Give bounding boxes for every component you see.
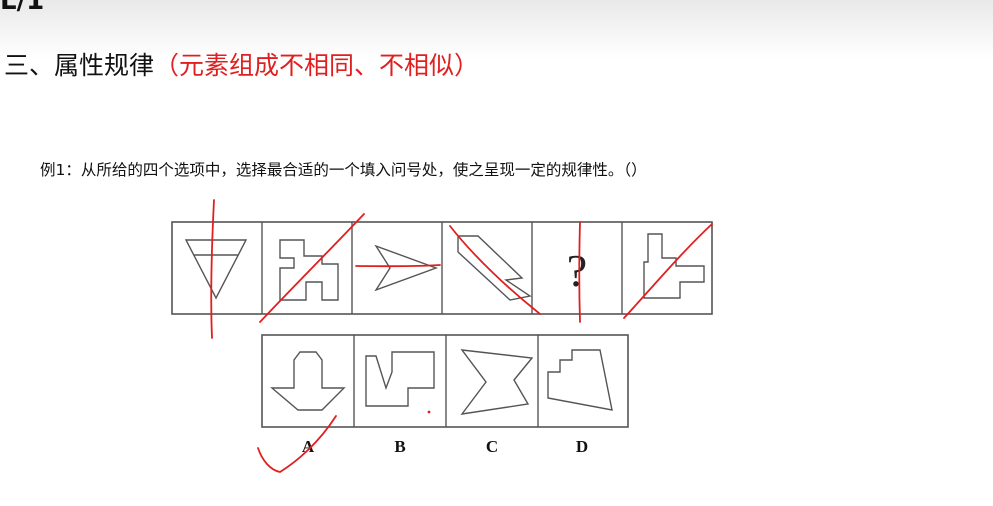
annotation-stroke-6: [623, 223, 713, 319]
option-c-label[interactable]: C: [486, 437, 498, 456]
puzzle-figure: ? A B C D: [171, 199, 713, 473]
options-frame: [261, 334, 629, 428]
option-b-figure[interactable]: [365, 351, 435, 407]
annotation-stroke-4: [449, 225, 541, 315]
figure-6-stepped-shape: [643, 233, 705, 299]
handwritten-annotations: [210, 199, 713, 473]
figure-1-triangle: [184, 239, 248, 300]
annotation-stroke-1: [210, 199, 215, 339]
question-mark: ?: [567, 245, 587, 296]
option-labels: A B C D: [302, 437, 588, 456]
annotation-checkmark: [257, 415, 337, 473]
figure-3-arrow-shape: [374, 244, 439, 292]
option-b-label[interactable]: B: [394, 437, 405, 456]
annotation-stroke-5: [578, 221, 581, 323]
figure-4-slanted-shape: [457, 235, 532, 301]
option-c-figure[interactable]: [460, 349, 534, 415]
annotation-stroke-2: [259, 213, 365, 323]
option-d-figure[interactable]: [547, 349, 613, 411]
page: L/1 三、属性规律（元素组成不相同、不相似） 例1：从所给的四个选项中，选择最…: [0, 0, 993, 506]
options-row: [261, 334, 629, 428]
option-d-label[interactable]: D: [576, 437, 588, 456]
option-a-figure[interactable]: [270, 351, 346, 411]
question-sequence-row: [171, 221, 713, 315]
annotation-stroke-3: [355, 264, 441, 268]
red-dot: [427, 410, 431, 414]
